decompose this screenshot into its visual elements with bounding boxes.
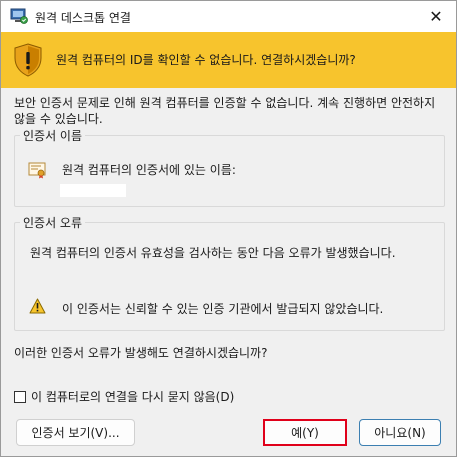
close-button[interactable]: ✕ [416,1,456,32]
certificate-icon [28,162,46,179]
title-bar: 원격 데스크톱 연결 ✕ [1,1,456,32]
certificate-name-label: 원격 컴퓨터의 인증서에 있는 이름: [62,163,236,177]
certificate-name-value [60,184,126,197]
window-title: 원격 데스크톱 연결 [35,11,131,25]
certificate-errors-legend: 인증서 오류 [23,216,83,230]
warning-icon [29,298,46,314]
yes-button[interactable]: 예(Y) [263,419,347,446]
checkbox-box[interactable] [14,390,26,403]
confirm-question: 이러한 인증서 오류가 발생해도 연결하시겠습니까? [14,346,268,360]
shield-warning-icon [14,43,42,77]
dialog-window: 원격 데스크톱 연결 ✕ 원격 컴퓨터의 ID를 확인할 수 없습니다. 연결하… [0,0,457,457]
banner-message: 원격 컴퓨터의 ID를 확인할 수 없습니다. 연결하시겠습니까? [56,53,356,67]
dont-ask-again-checkbox[interactable]: 이 컴퓨터로의 연결을 다시 묻지 않음(D) [14,388,234,405]
certificate-name-legend: 인증서 이름 [23,129,83,143]
dialog-content: 보안 인증서 문제로 인해 원격 컴퓨터를 인증할 수 없습니다. 계속 진행하… [1,88,456,456]
certificate-errors-description: 원격 컴퓨터의 인증서 유효성을 검사하는 동안 다음 오류가 발생했습니다. [30,246,396,260]
certificate-error-item: 이 인증서는 신뢰할 수 있는 인증 기관에서 발급되지 않았습니다. [62,302,384,316]
remote-desktop-icon [10,8,28,24]
certificate-name-group: 인증서 이름 원격 컴퓨터의 인증서에 있는 이름: [14,127,445,207]
warning-banner: 원격 컴퓨터의 ID를 확인할 수 없습니다. 연결하시겠습니까? [1,32,456,88]
no-button[interactable]: 아니요(N) [359,419,441,446]
view-certificate-button[interactable]: 인증서 보기(V)... [16,419,135,446]
intro-text: 보안 인증서 문제로 인해 원격 컴퓨터를 인증할 수 없습니다. 계속 진행하… [14,96,436,126]
close-icon: ✕ [429,7,443,26]
certificate-errors-group: 인증서 오류 원격 컴퓨터의 인증서 유효성을 검사하는 동안 다음 오류가 발… [14,214,445,331]
dont-ask-again-label: 이 컴퓨터로의 연결을 다시 묻지 않음(D) [31,390,235,404]
